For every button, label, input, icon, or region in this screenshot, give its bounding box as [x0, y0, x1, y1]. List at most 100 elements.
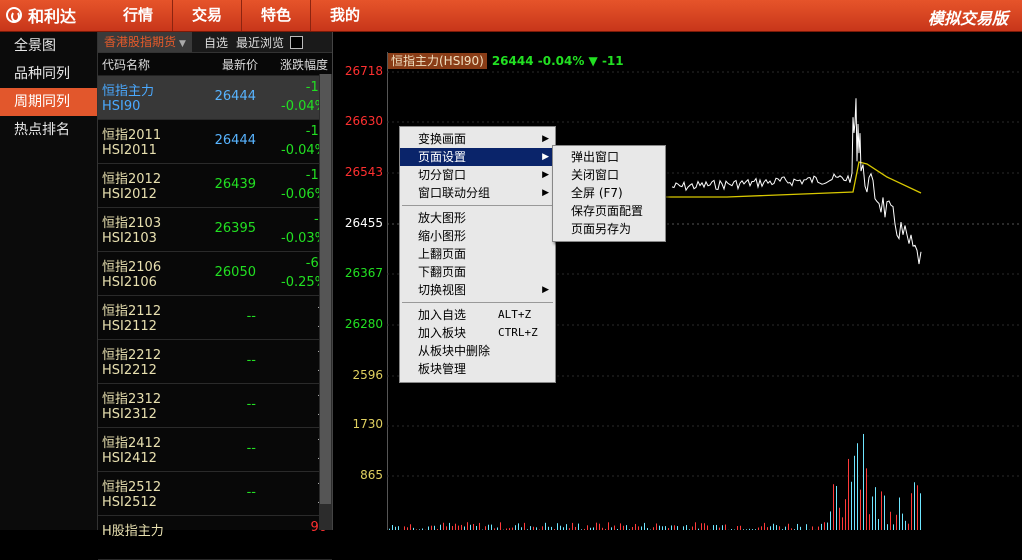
quote-row[interactable]: 恒指2012HSI201226439-16-0.06%	[98, 164, 332, 208]
quote-scrollbar[interactable]	[319, 74, 332, 530]
menu-item-sector-manage[interactable]: 板块管理	[400, 360, 555, 378]
header-name[interactable]: 代码名称	[98, 56, 196, 73]
volume-bar	[764, 523, 765, 530]
nav-features[interactable]: 特色	[241, 0, 310, 31]
volume-bar	[842, 517, 843, 530]
volume-bar	[428, 526, 429, 530]
volume-bar	[773, 524, 774, 530]
volume-bar	[806, 524, 807, 530]
menu-item-label: 切换视图	[418, 283, 466, 297]
header-change[interactable]: 涨跌幅度	[258, 56, 328, 73]
volume-bar	[797, 524, 798, 530]
row-price: --	[247, 441, 256, 456]
quote-row[interactable]: 恒指2312HSI2312------	[98, 384, 332, 428]
volume-bar	[704, 523, 705, 530]
menu-item-window-link-group[interactable]: 窗口联动分组▶	[400, 184, 555, 202]
volume-bar	[491, 525, 492, 530]
volume-bar	[695, 522, 696, 530]
volume-bar	[863, 434, 864, 530]
row-name: 恒指2212	[102, 344, 161, 363]
quote-row[interactable]: 恒指2212HSI2212------	[98, 340, 332, 384]
header-price[interactable]: 最新价	[196, 56, 258, 73]
volume-bar	[614, 526, 615, 530]
menu-item-zoom-in[interactable]: 放大图形	[400, 209, 555, 227]
recent-link[interactable]: 最近浏览	[236, 34, 284, 51]
volume-bar	[860, 490, 861, 530]
volume-bar	[608, 522, 609, 530]
market-selector-label: 香港股指期货	[104, 35, 176, 49]
volume-bar	[905, 521, 906, 530]
volume-bar	[827, 523, 828, 530]
menu-item-zoom-out[interactable]: 缩小图形	[400, 227, 555, 245]
row-price: --	[247, 397, 256, 412]
nav-trade[interactable]: 交易	[172, 0, 241, 31]
volume-bar	[830, 511, 831, 530]
row-price: 26444	[215, 133, 256, 148]
volume-bar	[545, 523, 546, 530]
volume-bar	[812, 526, 813, 530]
watchlist-link[interactable]: 自选	[204, 34, 228, 51]
menu-item-remove-sector[interactable]: 从板块中删除	[400, 342, 555, 360]
volume-bar	[623, 526, 624, 530]
volume-bar	[488, 525, 489, 530]
menu-item-change-view[interactable]: 变换画面▶	[400, 130, 555, 148]
scrollbar-thumb[interactable]	[320, 74, 331, 504]
volume-bar	[920, 493, 921, 530]
menu-item-add-watchlist[interactable]: 加入自选ALT+Z	[400, 306, 555, 324]
menu-item-save-page-as[interactable]: 页面另存为	[553, 220, 665, 238]
menu-item-split-window[interactable]: 切分窗口▶	[400, 166, 555, 184]
menu-item-page-settings[interactable]: 页面设置▶	[400, 148, 555, 166]
quote-panel: 香港股指期货▼ 自选 最近浏览 代码名称 最新价 涨跌幅度 恒指主力HSI902…	[98, 32, 333, 530]
menu-item-popup-window[interactable]: 弹出窗口	[553, 148, 665, 166]
sidebar-item-same-variety[interactable]: 品种同列	[0, 60, 97, 88]
menu-item-add-sector[interactable]: 加入板块CTRL+Z	[400, 324, 555, 342]
menu-item-page-down[interactable]: 下翻页面	[400, 263, 555, 281]
volume-bar	[902, 514, 903, 530]
sidebar-item-panorama[interactable]: 全景图	[0, 32, 97, 60]
quote-row[interactable]: 恒指2112HSI2112------	[98, 296, 332, 340]
volume-bar	[443, 523, 444, 530]
quote-row[interactable]: 恒指2011HSI201126444-11-0.04%	[98, 120, 332, 164]
volume-bar	[848, 459, 849, 530]
quote-row[interactable]: 恒指主力HSI9026444-11-0.04%	[98, 76, 332, 120]
quote-row[interactable]: 恒指2512HSI2512------	[98, 472, 332, 516]
sidebar-item-hot-ranking[interactable]: 热点排名	[0, 116, 97, 144]
logo-icon	[6, 7, 22, 23]
sidebar: 全景图 品种同列 周期同列 热点排名	[0, 32, 98, 530]
sidebar-item-same-period[interactable]: 周期同列	[0, 88, 97, 116]
nav-mine[interactable]: 我的	[310, 0, 379, 31]
volume-bars	[389, 434, 921, 530]
quote-row[interactable]: 恒指2412HSI2412------	[98, 428, 332, 472]
volume-bar	[671, 525, 672, 530]
volume-bar	[770, 526, 771, 530]
nav-quotes[interactable]: 行情	[104, 0, 172, 31]
quote-row[interactable]: 恒指2103HSI210326395-7-0.03%	[98, 208, 332, 252]
volume-bar	[776, 525, 777, 530]
volume-bar	[854, 456, 855, 530]
recent-checkbox[interactable]	[290, 36, 303, 49]
quote-row[interactable]: H股指主力90	[98, 516, 332, 560]
menu-item-label: 切分窗口	[418, 168, 466, 182]
menu-item-page-up[interactable]: 上翻页面	[400, 245, 555, 263]
volume-bar	[917, 485, 918, 530]
volume-bar	[737, 526, 738, 530]
menu-item-fullscreen[interactable]: 全屏 (F7)	[553, 184, 665, 202]
volume-bar	[518, 523, 519, 530]
menu-item-save-page-config[interactable]: 保存页面配置	[553, 202, 665, 220]
row-price: --	[247, 353, 256, 368]
menu-item-switch-view[interactable]: 切换视图▶	[400, 281, 555, 299]
main-nav: 行情 交易 特色 我的	[104, 0, 379, 31]
volume-bar	[761, 526, 762, 530]
volume-bar	[713, 525, 714, 530]
volume-bar	[398, 526, 399, 530]
menu-item-close-window[interactable]: 关闭窗口	[553, 166, 665, 184]
quote-toolbar: 香港股指期货▼ 自选 最近浏览	[98, 32, 332, 53]
mode-label[interactable]: 模拟交易版	[928, 5, 1008, 29]
row-price: 26395	[215, 221, 256, 236]
volume-bar	[578, 524, 579, 530]
market-selector[interactable]: 香港股指期货▼	[98, 32, 192, 52]
price-label: 26718	[345, 64, 383, 78]
volume-bar	[740, 526, 741, 530]
volume-bar	[530, 526, 531, 530]
quote-row[interactable]: 恒指2106HSI210626050-66-0.25%	[98, 252, 332, 296]
